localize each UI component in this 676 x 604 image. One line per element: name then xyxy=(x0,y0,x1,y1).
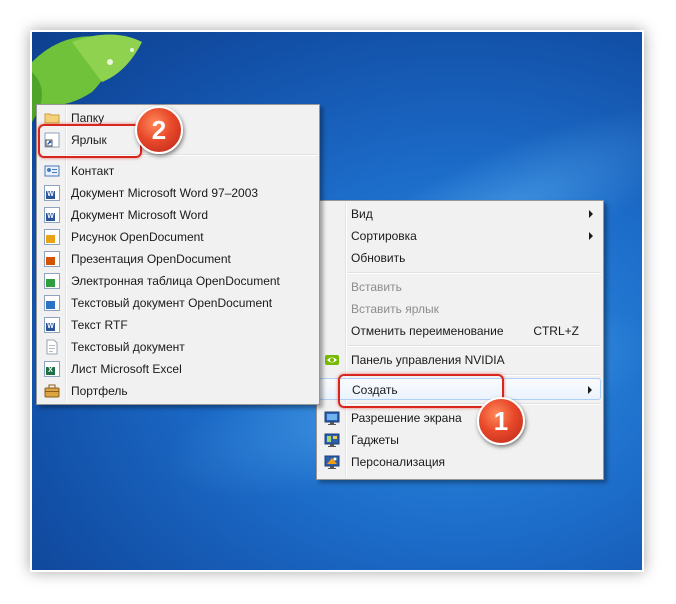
menu-item-label: Документ Microsoft Word xyxy=(71,208,209,222)
submenu-item-odp[interactable]: Презентация OpenDocument xyxy=(39,248,317,270)
step-badge-1: 1 xyxy=(477,397,525,445)
menu-item-label: Контакт xyxy=(71,164,115,178)
menu-item-label: Электронная таблица OpenDocument xyxy=(71,274,280,288)
excel-icon: X xyxy=(44,361,60,377)
txt-icon xyxy=(44,339,60,355)
desktop-context-menu: Вид Сортировка Обновить Вставить Вставит… xyxy=(316,200,604,480)
menu-item-label: Гаджеты xyxy=(351,433,399,447)
menu-item-paste-shortcut[interactable]: Вставить ярлык xyxy=(319,298,601,320)
menu-item-label: Портфель xyxy=(71,384,128,398)
create-highlight-box xyxy=(338,374,504,408)
menu-item-paste[interactable]: Вставить xyxy=(319,276,601,298)
submenu-item-txt[interactable]: Текстовый документ xyxy=(39,336,317,358)
menu-item-label: Текстовый документ OpenDocument xyxy=(71,296,273,310)
menu-item-label: Лист Microsoft Excel xyxy=(71,362,182,376)
menu-item-label: Документ Microsoft Word 97–2003 xyxy=(71,186,259,200)
step-badge-2: 2 xyxy=(135,106,183,154)
ods-icon xyxy=(44,273,60,289)
menu-item-screen-resolution[interactable]: Разрешение экрана xyxy=(319,407,601,429)
menu-item-label: Рисунок OpenDocument xyxy=(71,230,204,244)
menu-item-label: Вставить xyxy=(351,280,402,294)
briefcase-icon xyxy=(44,383,60,399)
menu-item-undo-rename[interactable]: Отменить переименование CTRL+Z xyxy=(319,320,601,342)
gadgets-icon xyxy=(324,432,340,448)
submenu-item-word97[interactable]: W Документ Microsoft Word 97–2003 xyxy=(39,182,317,204)
menu-item-shortcut: CTRL+Z xyxy=(533,324,579,338)
submenu-item-rtf[interactable]: W Текст RTF xyxy=(39,314,317,336)
menu-item-label: Текстовый документ xyxy=(71,340,185,354)
menu-item-label: Вид xyxy=(351,207,373,221)
menu-item-label: Презентация OpenDocument xyxy=(71,252,231,266)
menu-item-label: Папку xyxy=(71,111,105,125)
submenu-item-word[interactable]: W Документ Microsoft Word xyxy=(39,204,317,226)
monitor-icon xyxy=(324,410,340,426)
submenu-arrow-icon xyxy=(589,232,593,240)
shortcut-highlight-box xyxy=(38,124,142,158)
menu-item-refresh[interactable]: Обновить xyxy=(319,247,601,269)
menu-item-personalize[interactable]: Персонализация xyxy=(319,451,601,473)
menu-item-label: Персонализация xyxy=(351,455,446,469)
submenu-item-odg[interactable]: Рисунок OpenDocument xyxy=(39,226,317,248)
submenu-item-odt[interactable]: Текстовый документ OpenDocument xyxy=(39,292,317,314)
menu-item-label: Текст RTF xyxy=(71,318,128,332)
menu-item-label: Разрешение экрана xyxy=(351,411,462,425)
word-doc-icon: W xyxy=(44,185,60,201)
menu-item-label: Панель управления NVIDIA xyxy=(351,353,505,367)
menu-item-gadgets[interactable]: Гаджеты xyxy=(319,429,601,451)
submenu-arrow-icon xyxy=(588,386,592,394)
menu-item-nvidia-panel[interactable]: Панель управления NVIDIA xyxy=(319,349,601,371)
submenu-item-excel[interactable]: X Лист Microsoft Excel xyxy=(39,358,317,380)
menu-item-label: Отменить переименование xyxy=(351,324,504,338)
submenu-arrow-icon xyxy=(589,210,593,218)
rtf-icon: W xyxy=(44,317,60,333)
nvidia-icon xyxy=(324,352,340,368)
odt-icon xyxy=(44,295,60,311)
menu-item-label: Вставить ярлык xyxy=(351,302,439,316)
menu-item-label: Обновить xyxy=(351,251,406,265)
submenu-item-contact[interactable]: Контакт xyxy=(39,160,317,182)
menu-item-view[interactable]: Вид xyxy=(319,203,601,225)
submenu-item-ods[interactable]: Электронная таблица OpenDocument xyxy=(39,270,317,292)
word-doc-icon: W xyxy=(44,207,60,223)
personalize-icon xyxy=(324,454,340,470)
contact-icon xyxy=(44,163,60,179)
menu-separator xyxy=(347,345,601,347)
odg-icon xyxy=(44,229,60,245)
submenu-item-briefcase[interactable]: Портфель xyxy=(39,380,317,402)
menu-item-label: Сортировка xyxy=(351,229,417,243)
menu-item-sort[interactable]: Сортировка xyxy=(319,225,601,247)
odp-icon xyxy=(44,251,60,267)
menu-separator xyxy=(347,272,601,274)
